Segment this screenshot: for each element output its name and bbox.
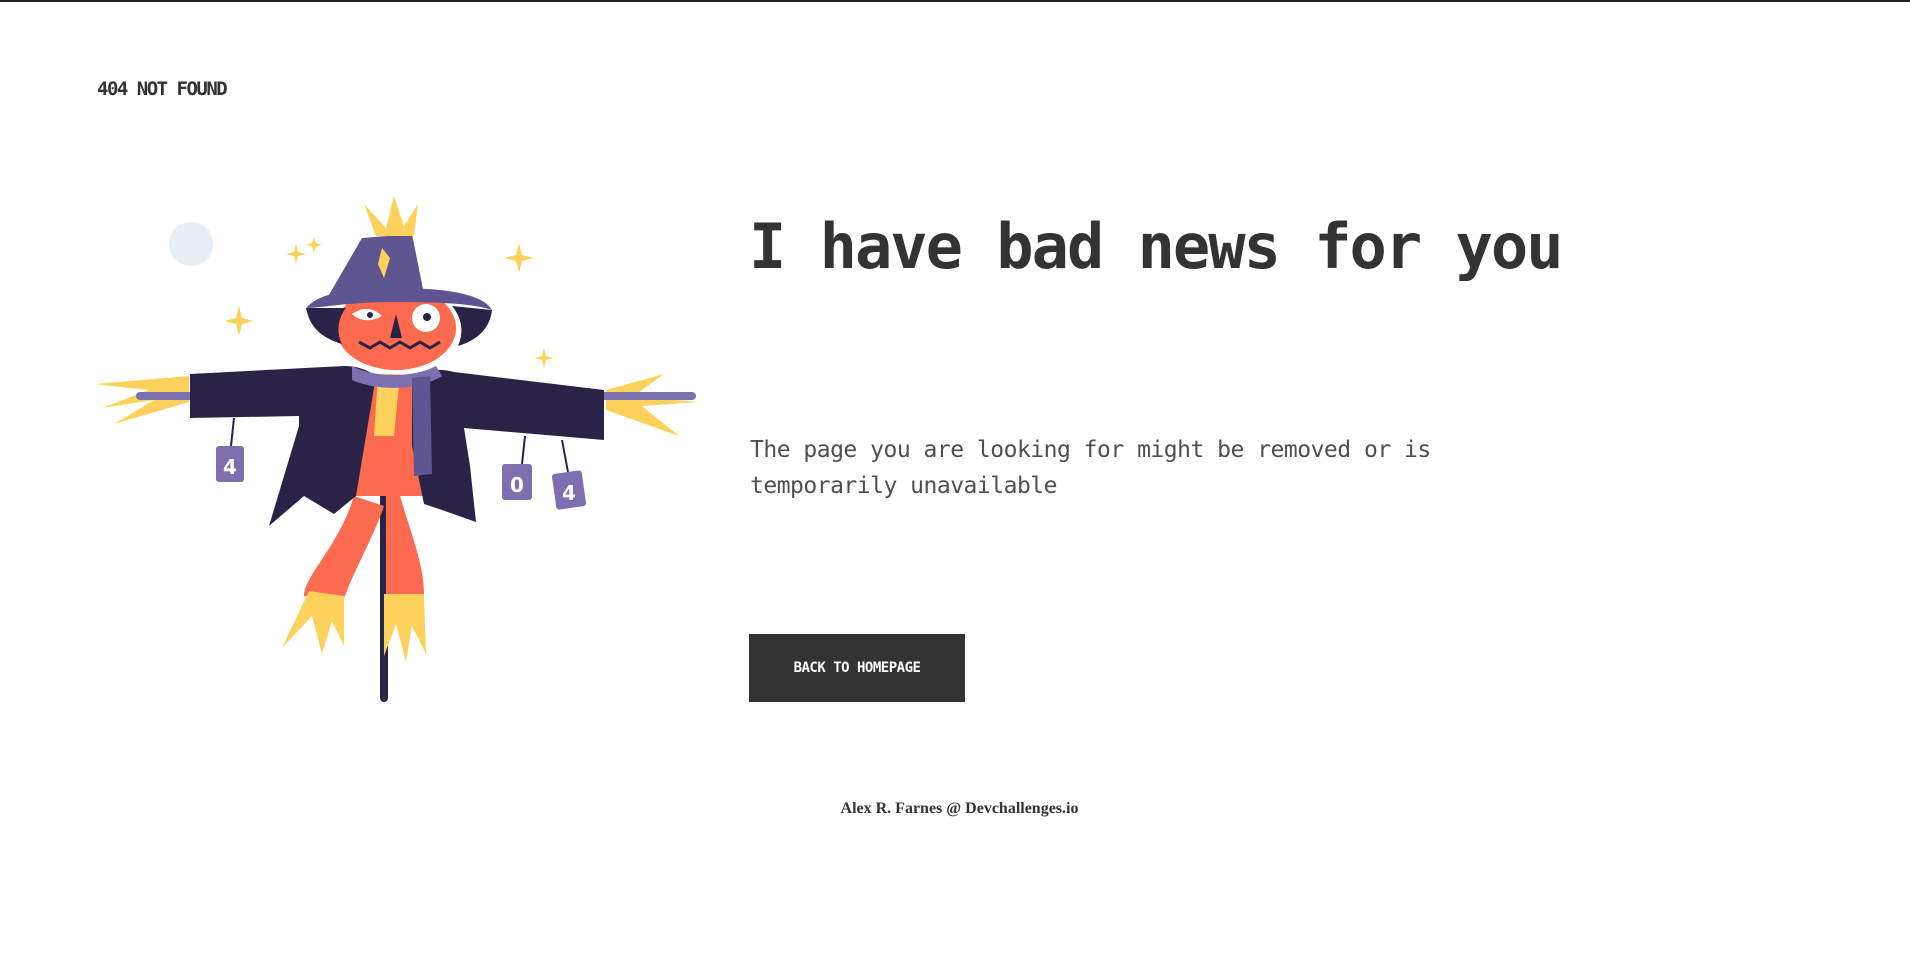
right-pupil	[423, 313, 431, 321]
sparkle-icon	[224, 306, 254, 336]
can-string	[521, 435, 526, 465]
moon-icon	[169, 222, 213, 266]
straw-right	[606, 374, 698, 436]
sparkle-icon	[534, 348, 554, 368]
left-leg	[304, 496, 384, 598]
can-label: 4	[223, 455, 237, 479]
left-foot-straw	[282, 591, 344, 654]
page-title: I have bad news for you	[749, 210, 1564, 283]
can-label: 0	[510, 473, 524, 497]
can-string	[230, 417, 235, 447]
footer-credit: Alex R. Farnes @ Devchallenges.io	[840, 800, 1079, 817]
hat-straw	[364, 196, 418, 236]
error-message: The page you are looking for might be re…	[750, 437, 1431, 499]
back-to-homepage-button[interactable]: BACK TO HOMEPAGE	[749, 634, 965, 702]
sparkle-icon	[504, 243, 534, 273]
brand-logo[interactable]: 404 NOT FOUND	[97, 78, 228, 100]
sparkle-icon	[286, 244, 306, 264]
hat-brim-right	[452, 306, 492, 346]
left-pupil	[367, 312, 373, 318]
right-foot-straw	[384, 594, 426, 662]
top-border	[0, 0, 1910, 2]
scarf-tail	[412, 376, 432, 476]
hat-crown	[326, 234, 424, 300]
scarecrow-illustration: 4 0 4	[94, 196, 698, 702]
can-string	[561, 439, 569, 473]
sparkle-icon	[306, 237, 322, 253]
can-label: 4	[562, 481, 576, 505]
right-leg	[386, 496, 424, 596]
